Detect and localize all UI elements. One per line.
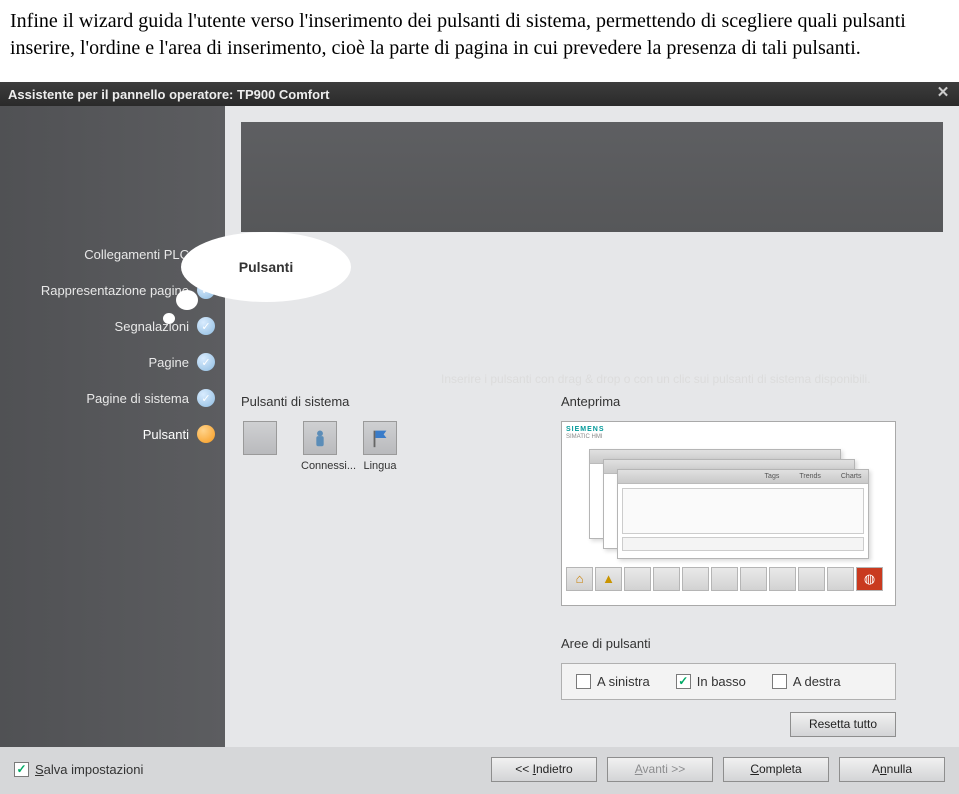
save-label-rest: alva impostazioni xyxy=(44,762,144,777)
step-system-screens[interactable]: Pagine di sistema ✓ xyxy=(0,380,225,416)
warning-icon: ▲ xyxy=(595,567,622,591)
button-areas-section: Aree di pulsanti A sinistra ✓ In basso xyxy=(561,636,896,700)
current-step-dot-icon xyxy=(197,425,215,443)
checkbox-checked-icon: ✓ xyxy=(676,674,691,689)
empty-slot xyxy=(798,567,825,591)
page-intro-text: Infine il wizard guida l'utente verso l'… xyxy=(0,0,959,82)
wizard-footer: ✓ Salva impostazioni << Indietro Avanti … xyxy=(0,747,959,794)
empty-slot xyxy=(653,567,680,591)
empty-slot xyxy=(769,567,796,591)
system-buttons-section: Pulsanti di sistema Connessi... xyxy=(241,394,511,737)
wizard-title: Assistente per il pannello operatore: TP… xyxy=(8,87,329,102)
wizard-steps-sidebar: Collegamenti PLC ✓ Rappresentazione pagi… xyxy=(0,106,225,747)
system-buttons-title: Pulsanti di sistema xyxy=(241,394,511,409)
reset-all-button[interactable]: Resetta tutto xyxy=(790,712,896,737)
speech-bubble: Pulsanti xyxy=(171,232,361,327)
save-settings-checkbox[interactable]: ✓ Salva impostazioni xyxy=(14,762,143,777)
checkbox-icon xyxy=(576,674,591,689)
flag-icon xyxy=(363,421,397,455)
area-bottom-checkbox[interactable]: ✓ In basso xyxy=(676,674,746,689)
system-button-blank[interactable] xyxy=(241,421,279,460)
preview-title: Anteprima xyxy=(561,394,896,409)
check-icon: ✓ xyxy=(197,389,215,407)
system-button-language[interactable]: Lingua xyxy=(361,421,399,472)
preview-box[interactable]: SIEMENS SIMATIC HMI xyxy=(561,421,896,606)
preview-section: Anteprima SIEMENS SIMATIC HMI xyxy=(561,394,896,737)
empty-slot xyxy=(682,567,709,591)
finish-button[interactable]: Completa xyxy=(723,757,829,782)
next-button[interactable]: Avanti >> xyxy=(607,757,713,782)
empty-slot xyxy=(740,567,767,591)
blank-icon xyxy=(243,421,277,455)
wizard-content: Pulsanti Inserire i pulsanti con drag & … xyxy=(225,106,959,747)
system-button-users[interactable]: Connessi... xyxy=(301,421,339,472)
product-label: SIMATIC HMI xyxy=(566,434,605,440)
back-button[interactable]: << Indietro xyxy=(491,757,597,782)
preview-window: Tags Trends Charts xyxy=(617,469,869,559)
preview-window-stack: Tags Trends Charts xyxy=(589,449,869,564)
wizard-dialog: Assistente per il pannello operatore: TP… xyxy=(0,82,959,794)
checkbox-checked-icon: ✓ xyxy=(14,762,29,777)
empty-slot xyxy=(711,567,738,591)
step-buttons[interactable]: Pulsanti xyxy=(0,416,225,452)
preview-button-strip: ⌂ ▲ ◍ xyxy=(566,567,891,591)
empty-slot xyxy=(624,567,651,591)
siemens-logo: SIEMENS xyxy=(566,426,605,433)
close-icon[interactable]: ✕ xyxy=(935,86,951,102)
cancel-button[interactable]: Annulla xyxy=(839,757,945,782)
checkbox-icon xyxy=(772,674,787,689)
wizard-titlebar: Assistente per il pannello operatore: TP… xyxy=(0,82,959,106)
button-areas-title: Aree di pulsanti xyxy=(561,636,896,651)
user-icon xyxy=(303,421,337,455)
header-band xyxy=(241,122,943,232)
bubble-title: Pulsanti xyxy=(181,232,351,302)
step-screens[interactable]: Pagine ✓ xyxy=(0,344,225,380)
area-right-checkbox[interactable]: A destra xyxy=(772,674,841,689)
check-icon: ✓ xyxy=(197,353,215,371)
instruction-text: Inserire i pulsanti con drag & drop o co… xyxy=(441,371,881,388)
home-icon: ⌂ xyxy=(566,567,593,591)
stop-icon: ◍ xyxy=(856,567,883,591)
area-left-checkbox[interactable]: A sinistra xyxy=(576,674,650,689)
empty-slot xyxy=(827,567,854,591)
